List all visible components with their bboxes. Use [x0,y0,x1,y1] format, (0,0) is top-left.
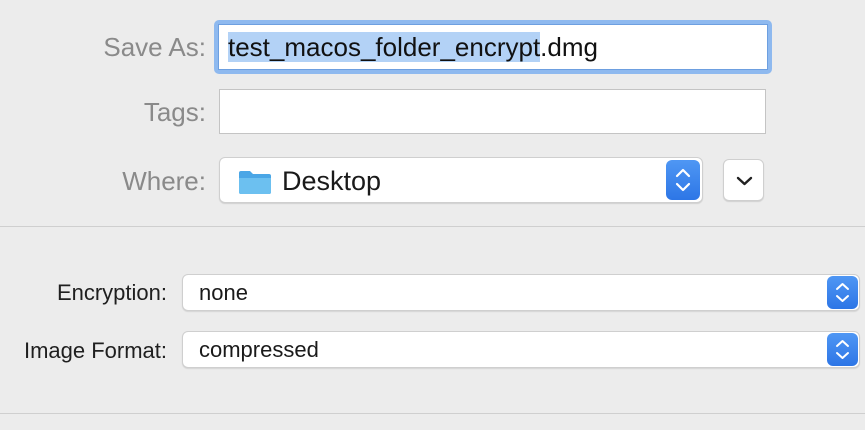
save-as-text[interactable]: test_macos_folder_encrypt.dmg [218,24,768,70]
up-down-chevron-icon [675,168,691,192]
filename-extension: .dmg [540,32,598,62]
filename-selection: test_macos_folder_encrypt [228,32,541,62]
up-down-chevron-icon [836,283,849,302]
save-as-input[interactable]: test_macos_folder_encrypt.dmg [214,20,772,74]
image-format-popup-button[interactable]: compressed [182,331,860,368]
image-format-value: compressed [199,337,319,362]
chevron-down-icon [736,176,753,186]
where-stepper[interactable] [666,160,700,200]
encryption-value: none [199,280,248,305]
tags-input[interactable] [219,89,766,134]
save-as-label: Save As: [103,32,206,62]
image-format-stepper[interactable] [827,333,858,366]
encryption-stepper[interactable] [827,276,858,309]
encryption-popup-button[interactable]: none [182,274,860,311]
image-format-label: Image Format: [23,338,167,363]
save-dialog: Save As: test_macos_folder_encrypt.dmg T… [0,0,865,430]
tags-label: Tags: [143,97,206,127]
where-popup-button[interactable]: Desktop [219,157,703,203]
expand-dialog-button[interactable] [723,159,764,201]
where-value: Desktop [282,166,382,196]
up-down-chevron-icon [836,340,849,359]
encryption-label: Encryption: [56,280,167,305]
folder-icon [239,171,271,194]
section-divider [0,226,865,227]
bottom-divider [0,413,865,414]
where-label: Where: [122,166,206,196]
